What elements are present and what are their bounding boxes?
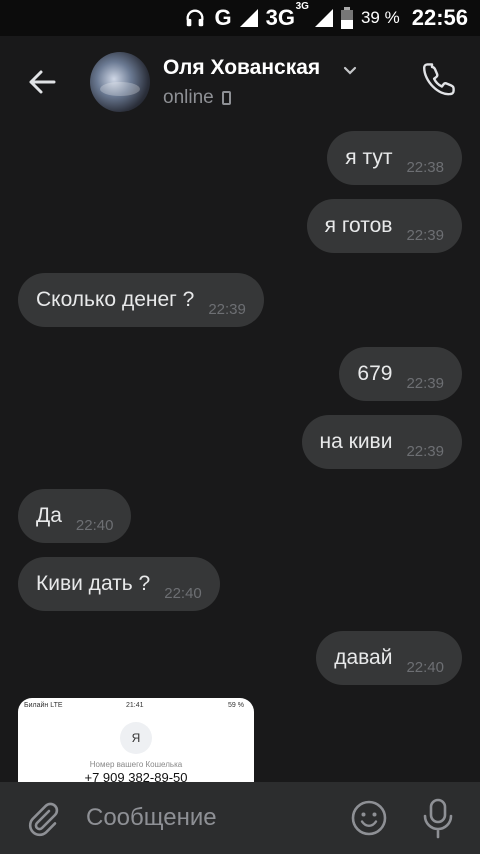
message-time: 22:40 — [75, 516, 114, 534]
contact-status: online — [163, 87, 231, 109]
contact-name[interactable]: Оля Хованская — [163, 56, 320, 80]
message-bubble-outgoing[interactable]: я тут 22:38 — [327, 131, 462, 185]
signal-icon-2 — [314, 9, 333, 27]
message-time: 22:38 — [406, 158, 444, 176]
attachment-avatar: Я — [120, 722, 152, 754]
message-text: я готов — [324, 214, 393, 237]
attachment-number: +7 909 382-89-50 — [84, 770, 188, 782]
battery-icon — [340, 7, 353, 29]
battery-percent: 39 % — [360, 8, 400, 27]
microphone-icon[interactable] — [420, 796, 456, 840]
status-bar: G 3G 3G 39 % 22:56 — [0, 0, 480, 36]
message-bubble-outgoing[interactable]: на киви 22:39 — [301, 415, 462, 469]
attachment-label: Номер вашего Кошелька — [89, 760, 183, 769]
attachment-battery: 59 % — [228, 702, 244, 709]
signal-icon — [239, 9, 258, 27]
paperclip-icon[interactable] — [22, 798, 62, 838]
message-text: я тут — [345, 146, 393, 169]
message-bubble-outgoing[interactable]: 679 22:39 — [339, 347, 462, 401]
message-text: Сколько денег ? — [36, 288, 195, 311]
mobile-device-icon — [221, 91, 231, 105]
status-bar-right: G 3G 3G 39 % 22:56 — [184, 0, 468, 36]
message-bubble-incoming[interactable]: Да 22:40 — [18, 489, 132, 543]
phone-call-icon[interactable] — [420, 60, 460, 100]
clock: 22:56 — [411, 5, 468, 30]
chat-header: Оля Хованская online — [0, 36, 480, 124]
back-arrow-icon[interactable] — [22, 62, 62, 102]
message-time: 22:39 — [406, 442, 444, 460]
headphones-icon — [187, 9, 204, 27]
attachment-time: 21:41 — [126, 702, 144, 709]
avatar[interactable] — [90, 52, 150, 112]
message-bubble-incoming[interactable]: Сколько денег ? 22:39 — [18, 273, 264, 327]
message-time: 22:39 — [406, 226, 444, 244]
message-bubble-incoming[interactable]: Киви дать ? 22:40 — [18, 557, 220, 611]
attachment-status-bar: Билайн LTE 21:41 59 % — [18, 702, 254, 712]
message-input[interactable]: Сообщение — [86, 804, 217, 832]
message-text: 679 — [357, 362, 393, 385]
message-text: Киви дать ? — [36, 572, 151, 595]
emoji-icon[interactable] — [350, 799, 388, 837]
message-text: давай — [334, 646, 393, 669]
message-bubble-outgoing[interactable]: я готов 22:39 — [306, 199, 462, 253]
message-bubble-outgoing[interactable]: давай 22:40 — [316, 631, 462, 685]
network-type-2: 3G 3G — [265, 1, 309, 30]
attachment-carrier: Билайн LTE — [24, 702, 63, 709]
message-text: Да — [36, 504, 62, 527]
message-time: 22:39 — [208, 300, 246, 318]
image-attachment[interactable]: Билайн LTE 21:41 59 % Я Номер вашего Кош… — [18, 698, 254, 782]
message-composer: Сообщение — [0, 782, 480, 854]
message-text: на киви — [319, 430, 393, 453]
message-time: 22:40 — [164, 584, 202, 602]
online-status: online — [163, 87, 214, 108]
message-time: 22:40 — [406, 658, 444, 676]
network-type: G — [214, 5, 232, 30]
chevron-down-icon[interactable] — [342, 62, 358, 78]
message-time: 22:39 — [406, 374, 444, 392]
